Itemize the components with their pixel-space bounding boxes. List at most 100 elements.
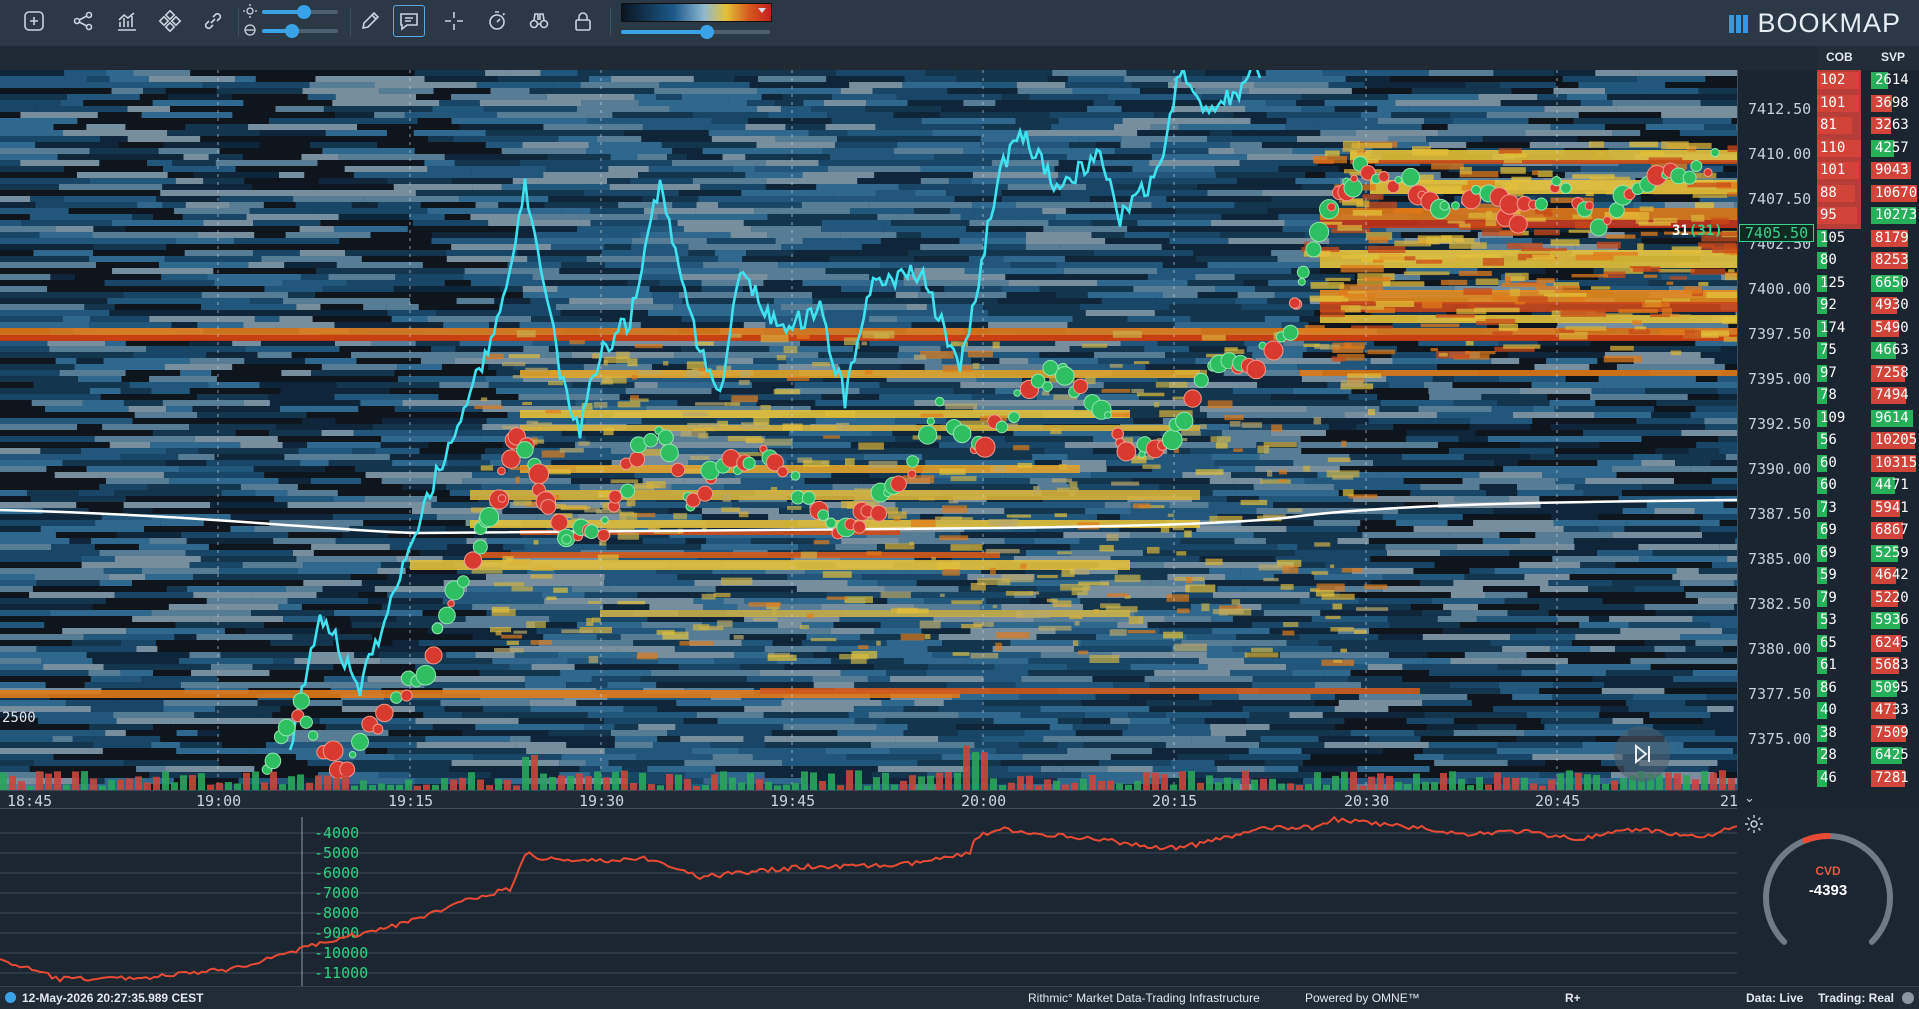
heatmap-canvas[interactable] [0, 70, 1737, 790]
cob-value: 101 [1820, 162, 1845, 179]
price-tick-label: 7410.00 [1748, 145, 1811, 163]
svp-value: 4663 [1875, 342, 1909, 359]
heatmap-chart[interactable]: 2500 [0, 70, 1737, 790]
price-tick-label: 7395.00 [1748, 370, 1811, 388]
r-plus-indicator: R+ [1565, 991, 1581, 1005]
cob-value: 60 [1820, 455, 1837, 472]
cob-value: 69 [1820, 522, 1837, 539]
contrast-slider[interactable] [262, 29, 338, 33]
cob-value: 95 [1820, 207, 1837, 224]
cob-value: 40 [1820, 702, 1837, 719]
add-indicator-icon[interactable] [18, 5, 50, 37]
price-tick-label: 7392.50 [1748, 415, 1811, 433]
toolbar: BOOKMAP [0, 0, 1919, 47]
cob-value: 105 [1820, 230, 1845, 247]
link-icon[interactable] [197, 5, 229, 37]
brand-name: BOOKMAP [1757, 8, 1901, 39]
cvd-subchart[interactable]: -4000-5000-6000-7000-8000-9000-10000-110… [0, 808, 1737, 987]
cob-value: 65 [1820, 635, 1837, 652]
contrast-icon [243, 23, 257, 37]
jump-to-live-button[interactable] [1614, 726, 1670, 782]
price-tick-label: 7385.00 [1748, 550, 1811, 568]
cob-value: 86 [1820, 680, 1837, 697]
comment-icon[interactable] [393, 5, 425, 37]
pencil-icon[interactable] [354, 5, 386, 37]
svp-value: 6245 [1875, 635, 1909, 652]
share-icon[interactable] [67, 5, 99, 37]
svp-value: 7494 [1875, 387, 1909, 404]
brightness-icon [243, 4, 257, 18]
cob-value: 79 [1820, 590, 1837, 607]
svp-value: 8253 [1875, 252, 1909, 269]
cob-value: 110 [1820, 140, 1845, 157]
account-status-icon[interactable] [1902, 992, 1914, 1004]
svp-value: 7258 [1875, 365, 1909, 382]
cvd-axis-label: -7000 [314, 884, 359, 902]
data-status: Data: Live [1746, 991, 1803, 1005]
cob-value: 28 [1820, 747, 1837, 764]
svp-value: 5259 [1875, 545, 1909, 562]
cvd-axis-label: -4000 [314, 824, 359, 842]
chevron-down-icon [758, 8, 766, 13]
cob-value: 69 [1820, 545, 1837, 562]
rithmic-credit: Rithmic° Market Data-Trading Infrastruct… [1028, 991, 1260, 1005]
cvd-axis-label: -10000 [314, 944, 368, 962]
svp-value: 6425 [1875, 747, 1909, 764]
price-tick-label: 7412.50 [1748, 100, 1811, 118]
time-axis[interactable]: 18:4519:0019:1519:3019:4520:0020:1520:30… [0, 790, 1737, 809]
gauge-fill [1805, 836, 1828, 840]
svp-value: 4930 [1875, 297, 1909, 314]
cvd-axis-label: -5000 [314, 844, 359, 862]
svp-value: 2614 [1875, 72, 1909, 89]
svp-value: 5220 [1875, 590, 1909, 607]
crosshair-icon[interactable] [438, 5, 470, 37]
svp-value: 9043 [1875, 162, 1909, 179]
svp-value: 10273 [1875, 207, 1917, 224]
cob-value: 75 [1820, 342, 1837, 359]
cvd-axis-label: -6000 [314, 864, 359, 882]
cob-value: 56 [1820, 432, 1837, 449]
heatmap-palette-dropdown[interactable] [621, 3, 772, 22]
powered-by-omne: Powered by OMNE™ [1305, 991, 1420, 1005]
stopwatch-icon[interactable] [481, 5, 513, 37]
price-tick-label: 7407.50 [1748, 190, 1811, 208]
svp-value: 5936 [1875, 612, 1909, 629]
drawing-shapes-icon[interactable] [154, 5, 186, 37]
cob-header[interactable]: COB [1826, 50, 1853, 64]
connection-status-icon[interactable] [5, 992, 16, 1003]
cob-value: 102 [1820, 72, 1845, 89]
status-bar: 12-May-2026 20:27:35.989 CEST Rithmic° M… [0, 986, 1919, 1009]
svp-value: 3263 [1875, 117, 1909, 134]
cvd-axis-label: -11000 [314, 964, 368, 982]
gear-icon[interactable] [1744, 814, 1764, 834]
lock-icon[interactable] [567, 5, 599, 37]
status-datetime: 12-May-2026 20:27:35.989 CEST [22, 991, 203, 1005]
price-tick-label: 7377.50 [1748, 685, 1811, 703]
svp-value: 4733 [1875, 702, 1909, 719]
binoculars-icon[interactable] [523, 5, 555, 37]
svp-value: 5941 [1875, 500, 1909, 517]
svp-value: 5095 [1875, 680, 1909, 697]
size-value: 31 [1672, 223, 1689, 239]
cob-value: 53 [1820, 612, 1837, 629]
cob-value: 92 [1820, 297, 1837, 314]
brightness-slider[interactable] [262, 10, 338, 14]
svp-header[interactable]: SVP [1881, 50, 1905, 64]
svp-value: 5490 [1875, 320, 1909, 337]
svp-value: 4471 [1875, 477, 1909, 494]
header-strip [0, 46, 1817, 70]
cob-value: 46 [1820, 770, 1837, 787]
price-tick-label: 7400.00 [1748, 280, 1811, 298]
chart-icon[interactable] [111, 5, 143, 37]
cob-value: 38 [1820, 725, 1837, 742]
zoom-slider[interactable] [621, 30, 770, 34]
svp-value: 4642 [1875, 567, 1909, 584]
cob-value: 80 [1820, 252, 1837, 269]
cvd-gauge-value: -4393 [1737, 882, 1919, 899]
cob-value: 81 [1820, 117, 1837, 134]
cob-column: 1021018111010188951058012592174759778109… [1817, 70, 1869, 790]
current-price-marker: 7405.50 [1739, 224, 1814, 242]
collapse-chevron-icon[interactable]: ⌄ [1744, 790, 1758, 806]
cob-value: 109 [1820, 410, 1845, 427]
price-axis[interactable]: 7412.507410.007407.507405.507402.507400.… [1737, 70, 1818, 790]
